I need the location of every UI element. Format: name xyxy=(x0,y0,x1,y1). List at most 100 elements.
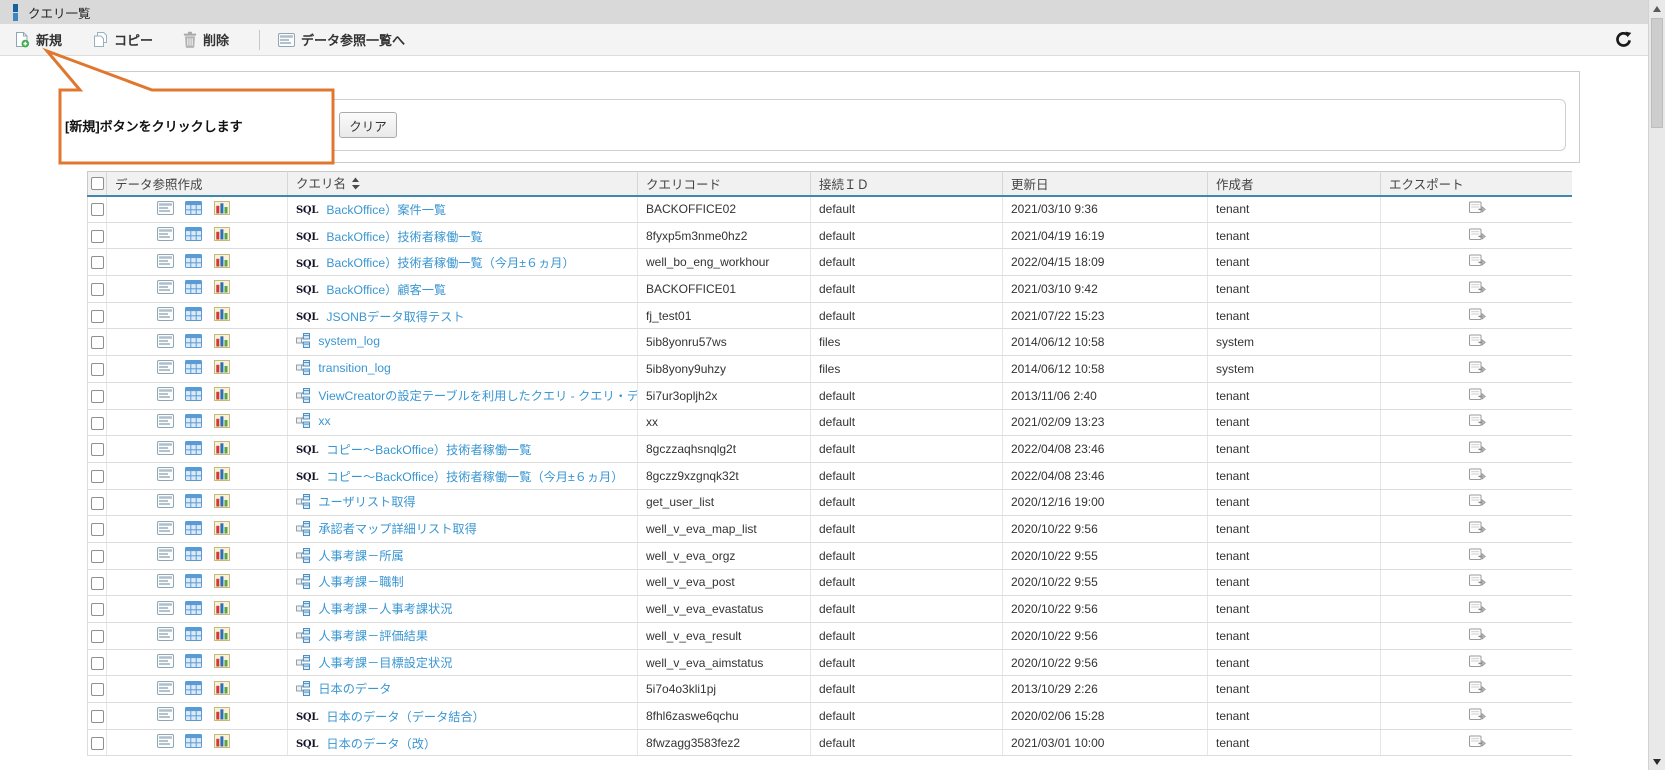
query-name-link[interactable]: 日本のデータ（データ結合） xyxy=(326,710,484,724)
table-view-icon[interactable] xyxy=(185,494,202,511)
refresh-button[interactable] xyxy=(1615,31,1632,48)
scroll-up-button[interactable] xyxy=(1649,0,1665,17)
table-view-icon[interactable] xyxy=(185,627,202,644)
table-view-icon[interactable] xyxy=(185,360,202,377)
export-icon[interactable] xyxy=(1468,413,1486,431)
table-view-icon[interactable] xyxy=(185,307,202,324)
chart-view-icon[interactable] xyxy=(214,307,230,324)
form-view-icon[interactable] xyxy=(157,254,174,271)
table-view-icon[interactable] xyxy=(185,334,202,351)
form-view-icon[interactable] xyxy=(157,441,174,458)
query-name-link[interactable]: 承認者マップ詳細リスト取得 xyxy=(318,522,476,536)
export-icon[interactable] xyxy=(1468,227,1486,245)
row-checkbox[interactable] xyxy=(91,363,104,376)
form-view-icon[interactable] xyxy=(157,521,174,538)
table-view-icon[interactable] xyxy=(185,601,202,618)
export-icon[interactable] xyxy=(1468,734,1486,752)
export-icon[interactable] xyxy=(1468,253,1486,271)
query-name-link[interactable]: 日本のデータ xyxy=(318,682,391,696)
export-icon[interactable] xyxy=(1468,333,1486,351)
form-view-icon[interactable] xyxy=(157,414,174,431)
chart-view-icon[interactable] xyxy=(214,201,230,218)
header-query-name-sortable[interactable]: クエリ名 xyxy=(288,172,638,196)
table-view-icon[interactable] xyxy=(185,681,202,698)
form-view-icon[interactable] xyxy=(157,547,174,564)
table-view-icon[interactable] xyxy=(185,387,202,404)
chart-view-icon[interactable] xyxy=(214,334,230,351)
form-view-icon[interactable] xyxy=(157,360,174,377)
chart-view-icon[interactable] xyxy=(214,574,230,591)
export-icon[interactable] xyxy=(1468,493,1486,511)
form-view-icon[interactable] xyxy=(157,227,174,244)
form-view-icon[interactable] xyxy=(157,654,174,671)
chart-view-icon[interactable] xyxy=(214,681,230,698)
export-icon[interactable] xyxy=(1468,680,1486,698)
query-name-link[interactable]: BackOffice）技術者稼働一覧 xyxy=(326,230,482,244)
export-icon[interactable] xyxy=(1468,307,1486,325)
scrollbar-thumb[interactable] xyxy=(1651,18,1663,128)
form-view-icon[interactable] xyxy=(157,734,174,751)
row-checkbox[interactable] xyxy=(91,497,104,510)
chart-view-icon[interactable] xyxy=(214,654,230,671)
chart-view-icon[interactable] xyxy=(214,254,230,271)
query-name-link[interactable]: JSONBデータ取得テスト xyxy=(326,310,464,324)
chart-view-icon[interactable] xyxy=(214,441,230,458)
query-name-link[interactable]: system_log xyxy=(318,334,380,348)
clear-button[interactable]: クリア xyxy=(339,112,397,138)
form-view-icon[interactable] xyxy=(157,707,174,724)
table-view-icon[interactable] xyxy=(185,654,202,671)
form-view-icon[interactable] xyxy=(157,574,174,591)
form-view-icon[interactable] xyxy=(157,494,174,511)
query-name-link[interactable]: BackOffice）顧客一覧 xyxy=(326,283,446,297)
chart-view-icon[interactable] xyxy=(214,227,230,244)
export-icon[interactable] xyxy=(1468,654,1486,672)
row-checkbox[interactable] xyxy=(91,683,104,696)
table-view-icon[interactable] xyxy=(185,280,202,297)
table-view-icon[interactable] xyxy=(185,201,202,218)
form-view-icon[interactable] xyxy=(157,601,174,618)
query-name-link[interactable]: 人事考課－評価結果 xyxy=(318,629,428,643)
chart-view-icon[interactable] xyxy=(214,280,230,297)
vertical-scrollbar[interactable] xyxy=(1648,0,1665,770)
table-view-icon[interactable] xyxy=(185,254,202,271)
chart-view-icon[interactable] xyxy=(214,494,230,511)
table-view-icon[interactable] xyxy=(185,414,202,431)
row-checkbox[interactable] xyxy=(91,443,104,456)
export-icon[interactable] xyxy=(1468,280,1486,298)
query-name-link[interactable]: 人事考課－人事考課状況 xyxy=(318,602,452,616)
row-checkbox[interactable] xyxy=(91,470,104,483)
table-view-icon[interactable] xyxy=(185,521,202,538)
chart-view-icon[interactable] xyxy=(214,360,230,377)
export-icon[interactable] xyxy=(1468,520,1486,538)
query-name-link[interactable]: コピー～BackOffice）技術者稼働一覧 xyxy=(326,443,531,457)
chart-view-icon[interactable] xyxy=(214,414,230,431)
chart-view-icon[interactable] xyxy=(214,387,230,404)
row-checkbox[interactable] xyxy=(91,310,104,323)
form-view-icon[interactable] xyxy=(157,681,174,698)
row-checkbox[interactable] xyxy=(91,603,104,616)
export-icon[interactable] xyxy=(1468,547,1486,565)
row-checkbox[interactable] xyxy=(91,336,104,349)
query-name-link[interactable]: 人事考課－所属 xyxy=(318,549,403,563)
select-all-checkbox[interactable] xyxy=(91,177,104,190)
query-name-link[interactable]: コピー～BackOffice）技術者稼働一覧（今月±６ヵ月） xyxy=(326,470,623,484)
table-view-icon[interactable] xyxy=(185,574,202,591)
row-checkbox[interactable] xyxy=(91,577,104,590)
row-checkbox[interactable] xyxy=(91,256,104,269)
chart-view-icon[interactable] xyxy=(214,547,230,564)
query-name-link[interactable]: ユーザリスト取得 xyxy=(318,495,415,509)
row-checkbox[interactable] xyxy=(91,710,104,723)
form-view-icon[interactable] xyxy=(157,334,174,351)
table-view-icon[interactable] xyxy=(185,707,202,724)
row-checkbox[interactable] xyxy=(91,230,104,243)
export-icon[interactable] xyxy=(1468,627,1486,645)
export-icon[interactable] xyxy=(1468,360,1486,378)
table-view-icon[interactable] xyxy=(185,227,202,244)
export-icon[interactable] xyxy=(1468,440,1486,458)
query-name-link[interactable]: BackOffice）技術者稼働一覧（今月±６ヵ月） xyxy=(326,256,574,270)
export-icon[interactable] xyxy=(1468,200,1486,218)
table-view-icon[interactable] xyxy=(185,547,202,564)
form-view-icon[interactable] xyxy=(157,280,174,297)
query-name-link[interactable]: xx xyxy=(318,414,330,428)
row-checkbox[interactable] xyxy=(91,657,104,670)
